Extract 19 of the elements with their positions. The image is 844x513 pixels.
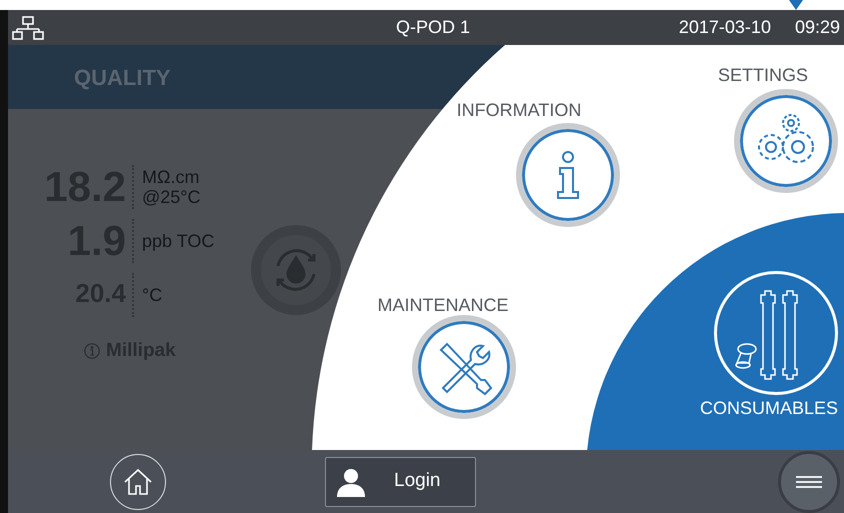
reading-unit: ppb TOC <box>142 231 214 251</box>
login-button[interactable]: Login <box>325 456 476 506</box>
home-button[interactable] <box>110 454 166 510</box>
menu-icon <box>796 476 822 488</box>
time-text: 09:29 <box>794 16 840 39</box>
menu-label: INFORMATION <box>456 99 582 122</box>
network-icon <box>12 16 44 40</box>
reading-unit: @25°C <box>142 187 200 207</box>
home-icon <box>123 468 153 496</box>
info-icon <box>84 343 100 360</box>
date-text: 2017-03-10 <box>678 16 771 39</box>
reading-unit: MΩ.cm <box>142 167 200 187</box>
user-icon <box>336 466 366 496</box>
pointer-icon <box>789 0 803 10</box>
menu-label: CONSUMABLES <box>698 397 840 420</box>
device-title: Q-POD 1 <box>396 16 470 39</box>
menu-label: SETTINGS <box>716 64 809 87</box>
reading-unit: °C <box>142 285 162 305</box>
menu-label: MAINTENANCE <box>376 294 510 317</box>
